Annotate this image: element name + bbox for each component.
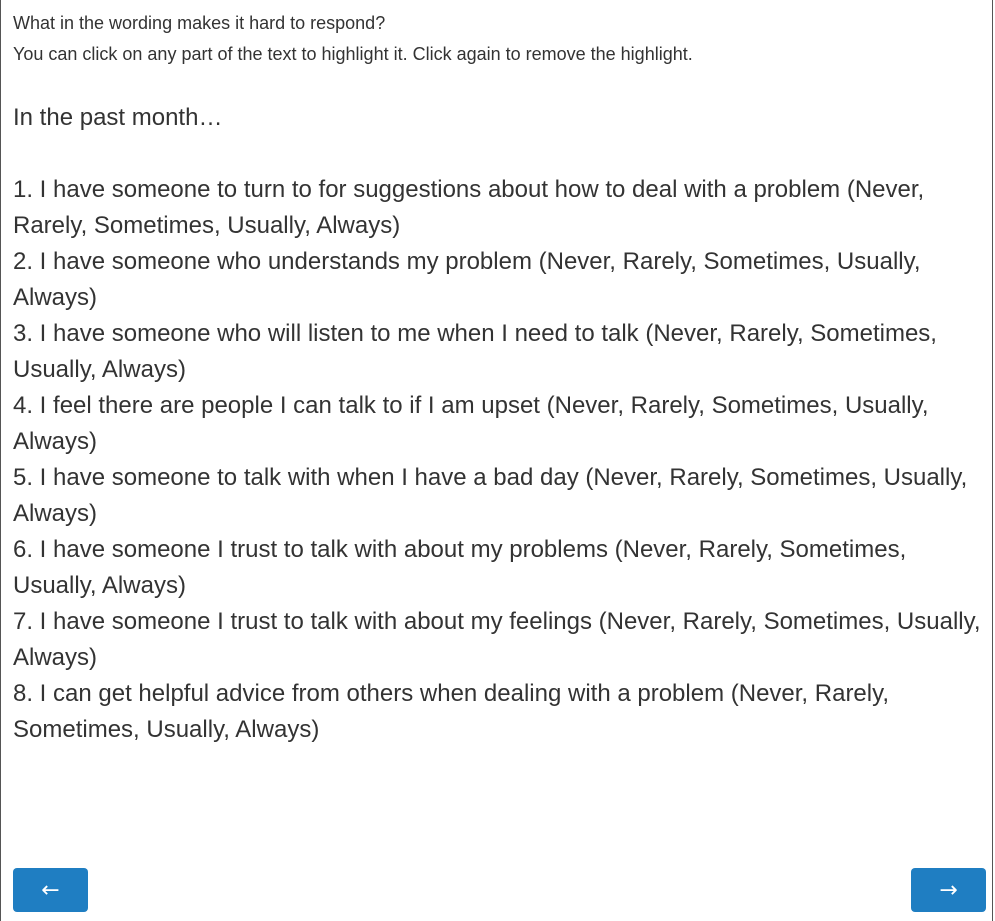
survey-item[interactable]: 6. I have someone I trust to talk with a… [13, 532, 985, 604]
back-button[interactable]: ← [13, 868, 88, 912]
question-prompt: What in the wording makes it hard to res… [13, 8, 693, 70]
arrow-right-icon: → [939, 877, 958, 903]
survey-intro[interactable]: In the past month… [13, 100, 985, 136]
instruction-text: You can click on any part of the text to… [13, 44, 693, 64]
next-button[interactable]: → [911, 868, 986, 912]
survey-item[interactable]: 2. I have someone who understands my pro… [13, 244, 985, 316]
question-text: What in the wording makes it hard to res… [13, 13, 386, 33]
survey-item[interactable]: 5. I have someone to talk with when I ha… [13, 460, 985, 532]
arrow-left-icon: ← [41, 877, 60, 903]
survey-text: In the past month… 1. I have someone to … [13, 100, 985, 748]
survey-item[interactable]: 7. I have someone I trust to talk with a… [13, 604, 985, 676]
survey-panel: What in the wording makes it hard to res… [0, 0, 993, 921]
survey-item[interactable]: 4. I feel there are people I can talk to… [13, 388, 985, 460]
survey-item[interactable]: 3. I have someone who will listen to me … [13, 316, 985, 388]
survey-item[interactable]: 8. I can get helpful advice from others … [13, 676, 985, 748]
survey-item[interactable]: 1. I have someone to turn to for suggest… [13, 172, 985, 244]
